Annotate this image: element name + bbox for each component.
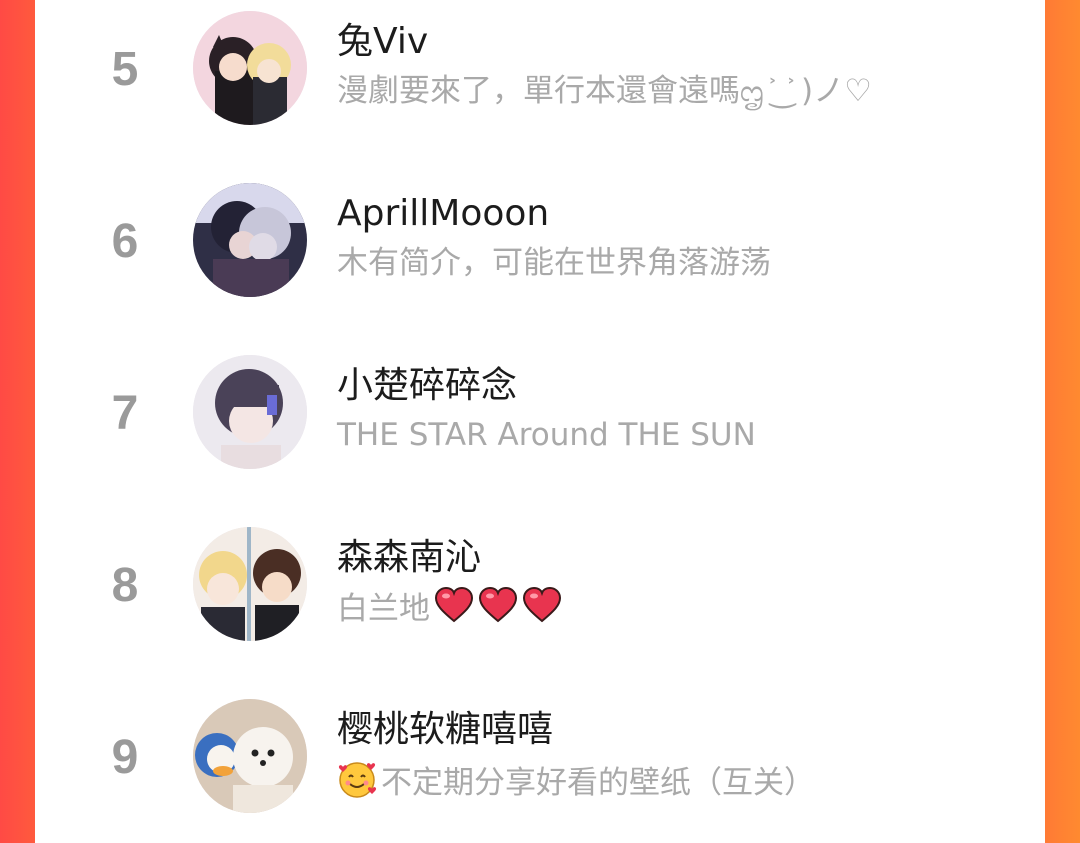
heart-icon [478, 586, 518, 633]
avatar[interactable] [193, 183, 307, 297]
avatar[interactable] [193, 699, 307, 813]
rank-number: 9 [111, 731, 139, 784]
avatar[interactable] [193, 355, 307, 469]
list-item[interactable]: 6 AprillMooon 木有简介，可能在世界角落游荡 [35, 172, 1045, 312]
user-bio-text: 白兰地 [337, 591, 430, 627]
user-bio: THE STAR Around THE SUN [337, 417, 756, 453]
rank-number: 8 [111, 559, 139, 612]
user-name[interactable]: 樱桃软糖嘻嘻 [337, 708, 553, 752]
user-name[interactable]: 森森南沁 [337, 536, 481, 580]
user-name[interactable]: 兔Viv [337, 20, 428, 64]
list-item[interactable]: 8 森森南沁 白兰地 [35, 516, 1045, 656]
leaderboard-panel: 5 兔Viv 漫劇要來了，單行本還會遠嗎ᦗ ͐ ͜ ͐ )ノ♡ 6 Aprill… [35, 0, 1045, 843]
user-bio: 漫劇要來了，單行本還會遠嗎ᦗ ͐ ͜ ͐ )ノ♡ [337, 73, 872, 109]
rank-number: 7 [111, 387, 139, 440]
user-name[interactable]: AprillMooon [337, 192, 549, 236]
list-item[interactable]: 5 兔Viv 漫劇要來了，單行本還會遠嗎ᦗ ͐ ͜ ͐ )ノ♡ [35, 0, 1045, 140]
user-bio-text: 不定期分享好看的壁纸（互关） [381, 765, 815, 801]
list-item[interactable]: 7 小楚碎碎念 THE STAR Around THE SUN [35, 344, 1045, 484]
list-item[interactable]: 9 樱桃软糖嘻嘻 不定期分享好看的壁纸（互关） [35, 688, 1045, 828]
smiling-face-with-hearts-icon [337, 759, 377, 809]
user-bio: 木有简介，可能在世界角落游荡 [337, 245, 771, 281]
rank-number: 6 [111, 215, 139, 268]
rank-number: 5 [111, 43, 139, 96]
user-name[interactable]: 小楚碎碎念 [337, 364, 517, 408]
avatar[interactable] [193, 11, 307, 125]
user-bio: 白兰地 [337, 586, 562, 633]
heart-icon [522, 586, 562, 633]
avatar[interactable] [193, 527, 307, 641]
user-bio: 不定期分享好看的壁纸（互关） [337, 759, 815, 809]
heart-icon [434, 586, 474, 633]
